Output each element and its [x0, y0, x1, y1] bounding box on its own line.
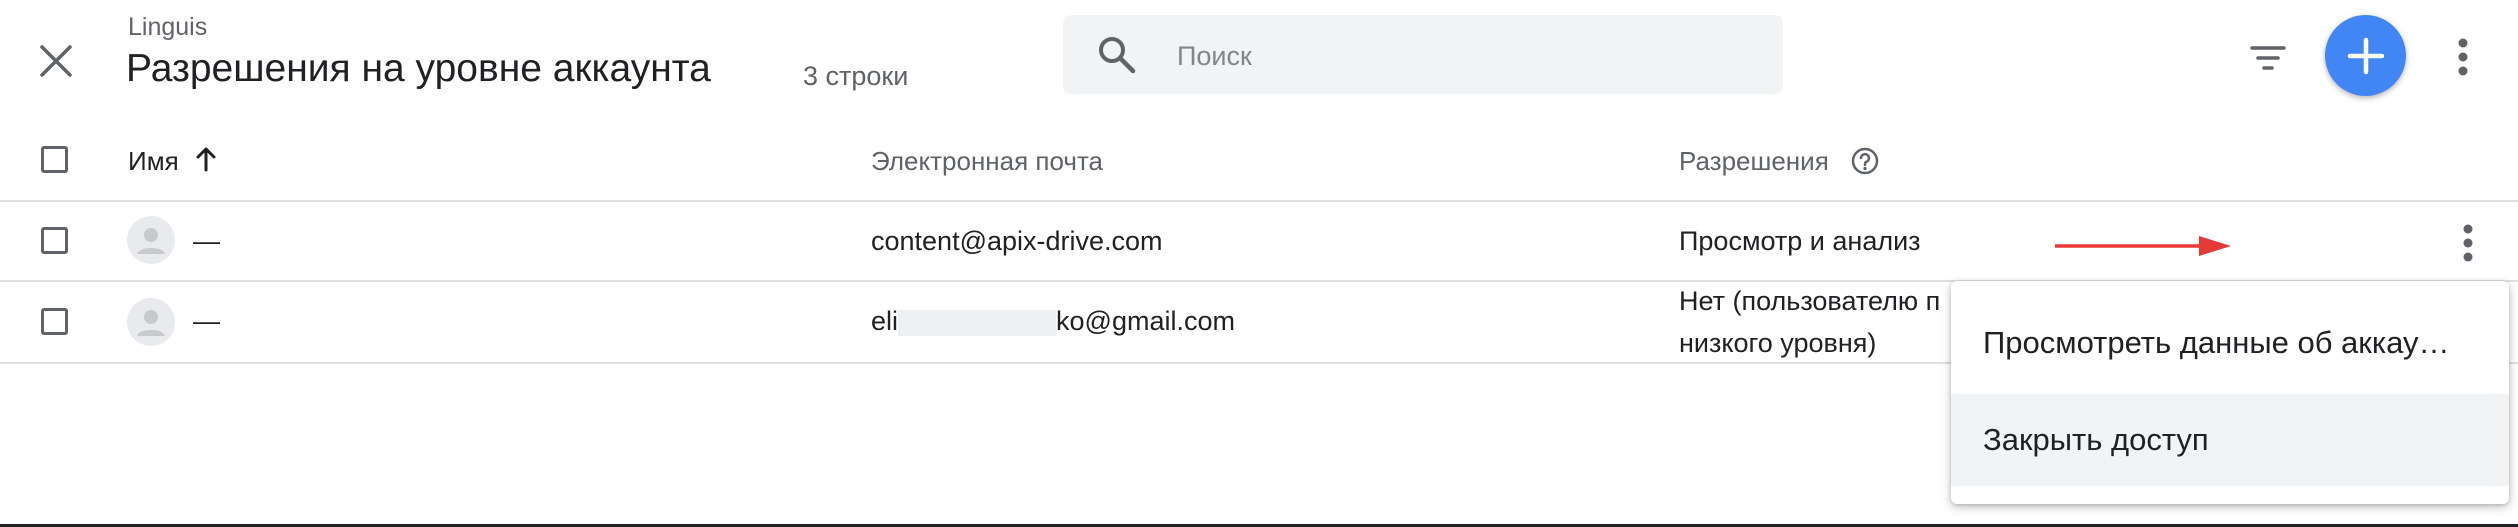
column-header-email[interactable]: Электронная почта [871, 146, 1103, 177]
row-more-icon[interactable] [2453, 222, 2483, 264]
redacted-block [898, 309, 1057, 336]
avatar [127, 216, 175, 264]
avatar [127, 298, 175, 346]
close-icon[interactable] [30, 35, 82, 87]
row-count: 3 строки [803, 61, 909, 91]
help-circle-icon[interactable] [1850, 146, 1880, 176]
more-vert-icon[interactable] [2445, 33, 2481, 81]
column-header-name[interactable]: Имя [128, 146, 179, 177]
filter-icon[interactable] [2246, 36, 2290, 80]
user-permission-line: Нет (пользователю п [1679, 286, 1941, 316]
page-title: Разрешения на уровне аккаунта [126, 47, 711, 90]
arrow-up-icon[interactable] [191, 144, 221, 174]
user-permission-line: низкого уровня) [1679, 328, 1877, 358]
row-checkbox[interactable] [41, 227, 68, 254]
user-name: — [193, 226, 220, 256]
annotation-arrow [2053, 232, 2233, 260]
context-menu: Просмотреть данные об аккау… Закрыть дос… [1951, 281, 2509, 504]
search-input[interactable] [1175, 25, 1759, 87]
user-email: eli ko@gmail.com [871, 306, 1235, 336]
user-email: content@apix-drive.com [871, 226, 1163, 256]
menu-item-view-account[interactable]: Просмотреть данные об аккау… [1951, 297, 2509, 389]
column-header-permissions[interactable]: Разрешения [1679, 146, 1829, 177]
add-button[interactable] [2325, 15, 2406, 96]
user-permission: Просмотр и анализ [1679, 226, 1921, 256]
add-icon [2347, 37, 2385, 75]
select-all-checkbox[interactable] [41, 146, 68, 173]
app-name: Linguis [128, 13, 208, 41]
search-icon [1095, 33, 1139, 77]
row-checkbox[interactable] [41, 308, 68, 335]
menu-item-revoke-access[interactable]: Закрыть доступ [1951, 394, 2509, 486]
user-name: — [193, 306, 220, 336]
